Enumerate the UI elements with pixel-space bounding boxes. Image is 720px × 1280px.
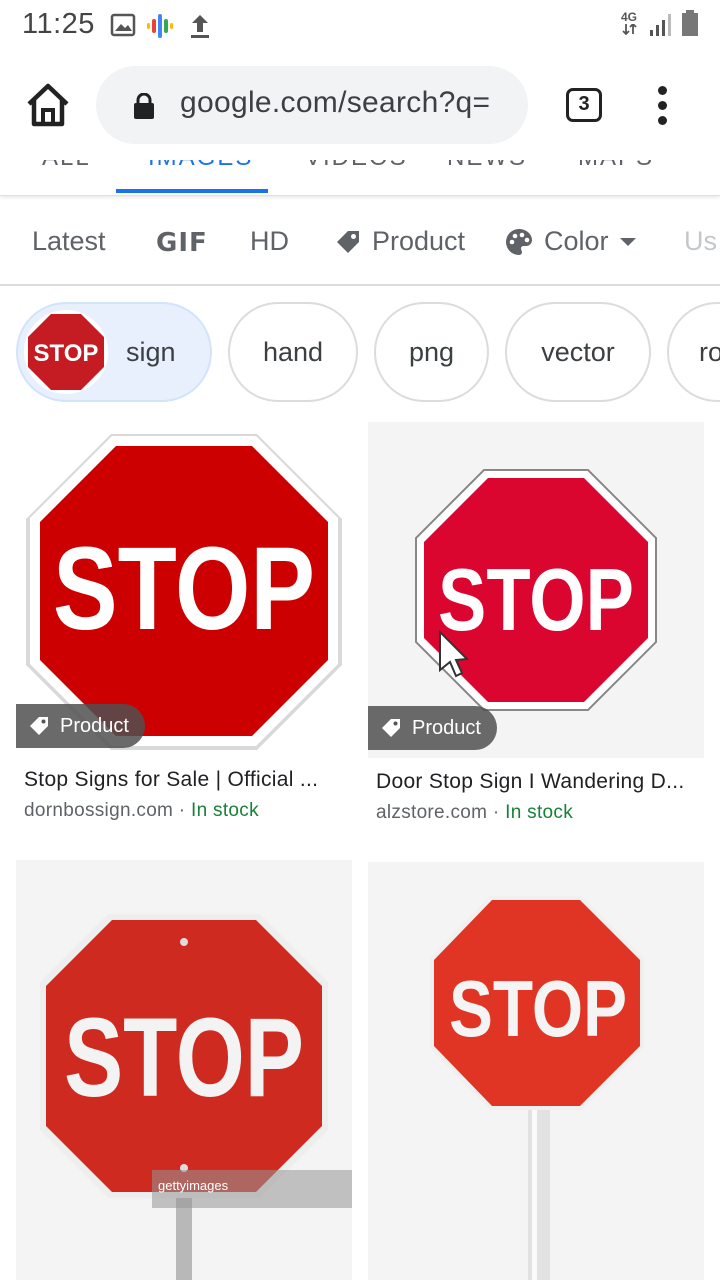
sign-text: STOP (438, 550, 634, 649)
status-time: 11:25 (22, 8, 95, 40)
result-meta: dornbossign.com · In stock (24, 800, 352, 822)
home-icon[interactable] (24, 82, 72, 128)
result-title[interactable]: Door Stop Sign I Wandering D... (376, 770, 704, 794)
result-image[interactable]: STOP gettyimages (16, 860, 352, 1280)
chip-ro-label: ro (699, 336, 720, 367)
chevron-down-icon (619, 237, 636, 246)
sign-text: STOP (53, 523, 315, 655)
tab-all[interactable]: ALL (42, 160, 91, 172)
sign-text: STOP (449, 964, 627, 1053)
result-image[interactable]: STOP (368, 862, 704, 1280)
image-icon (110, 13, 136, 37)
browser-toolbar: google.com/search?q= 3 (0, 50, 720, 160)
chip-vector-label: vector (541, 336, 615, 367)
sign-text: STOP (64, 995, 304, 1120)
result-card[interactable]: STOP Product Stop Signs for Sale | Offic… (16, 422, 352, 822)
product-badge-label: Product (60, 714, 129, 737)
search-type-tabs: ALL IMAGES VIDEOS NEWS MAPS (0, 160, 720, 196)
data-arrows-icon (622, 24, 637, 36)
tab-switcher-button[interactable]: 3 (566, 88, 602, 122)
palette-icon (506, 228, 532, 255)
chip-ro[interactable]: ro (667, 302, 720, 402)
meta-separator: · (492, 802, 500, 823)
tag-icon (337, 230, 359, 253)
more-vert-icon[interactable] (652, 86, 676, 126)
watermark-text: gettyimages (158, 1178, 229, 1193)
tool-color[interactable]: Color (504, 226, 637, 257)
tool-gif[interactable]: GIF (156, 228, 208, 258)
stop-sign-image: STOP (430, 896, 644, 1280)
result-source: dornbossign.com (24, 800, 174, 821)
product-badge: Product (368, 706, 497, 750)
url-text[interactable]: google.com/search?q= (180, 86, 490, 120)
result-card[interactable]: STOP gettyimages (16, 860, 352, 1280)
tool-hd[interactable]: HD (250, 226, 289, 257)
result-card[interactable]: STOP (368, 862, 704, 1280)
result-source: alzstore.com (376, 802, 488, 823)
chip-hand-label: hand (262, 336, 324, 367)
stock-status: In stock (505, 802, 574, 823)
stock-status: In stock (191, 800, 259, 821)
tag-icon (30, 717, 48, 735)
chip-png-label: png (408, 336, 455, 367)
tab-images[interactable]: IMAGES (148, 160, 253, 172)
meta-separator: · (178, 800, 186, 821)
lock-icon[interactable] (132, 93, 156, 119)
tool-color-label: Color (544, 226, 609, 256)
result-title[interactable]: Stop Signs for Sale | Official ... (24, 768, 352, 792)
result-image[interactable]: STOP Product (16, 422, 352, 756)
tool-product[interactable]: Product (334, 226, 465, 257)
upload-icon (191, 15, 209, 38)
active-tab-indicator (116, 189, 268, 193)
search-tools-row: Latest GIF HD Product Color Us (0, 202, 720, 286)
tool-usage[interactable]: Us (684, 226, 717, 257)
status-bar: 11:25 4G (0, 0, 720, 50)
result-meta: alzstore.com · In stock (376, 802, 704, 824)
chip-sign[interactable]: STOP sign (16, 302, 212, 402)
stop-sign-image: STOP gettyimages (40, 914, 352, 1280)
tab-videos[interactable]: VIDEOS (305, 160, 408, 172)
related-chips: STOP sign hand png vector ro (0, 300, 720, 404)
tab-maps[interactable]: MAPS (578, 160, 654, 172)
chip-vector[interactable]: vector (505, 302, 651, 402)
tool-latest[interactable]: Latest (32, 226, 106, 257)
result-card[interactable]: STOP Product Door Stop Sign I Wandering … (368, 422, 704, 824)
tab-news[interactable]: NEWS (447, 160, 527, 172)
tool-product-label: Product (372, 226, 466, 256)
chip-thumbnail: STOP (24, 310, 108, 394)
network-label: 4G (621, 10, 638, 24)
result-image[interactable]: STOP Product (368, 422, 704, 758)
podcast-icon (147, 14, 173, 38)
chip-thumb-text: STOP (34, 340, 99, 367)
product-badge-label: Product (412, 716, 481, 739)
signal-icon (650, 14, 671, 36)
product-badge: Product (16, 704, 145, 748)
chip-hand[interactable]: hand (228, 302, 358, 402)
tag-icon (382, 719, 400, 737)
battery-icon (682, 10, 698, 36)
chip-png[interactable]: png (374, 302, 489, 402)
address-bar[interactable]: google.com/search?q= (96, 66, 528, 144)
chip-sign-label: sign (126, 336, 176, 367)
